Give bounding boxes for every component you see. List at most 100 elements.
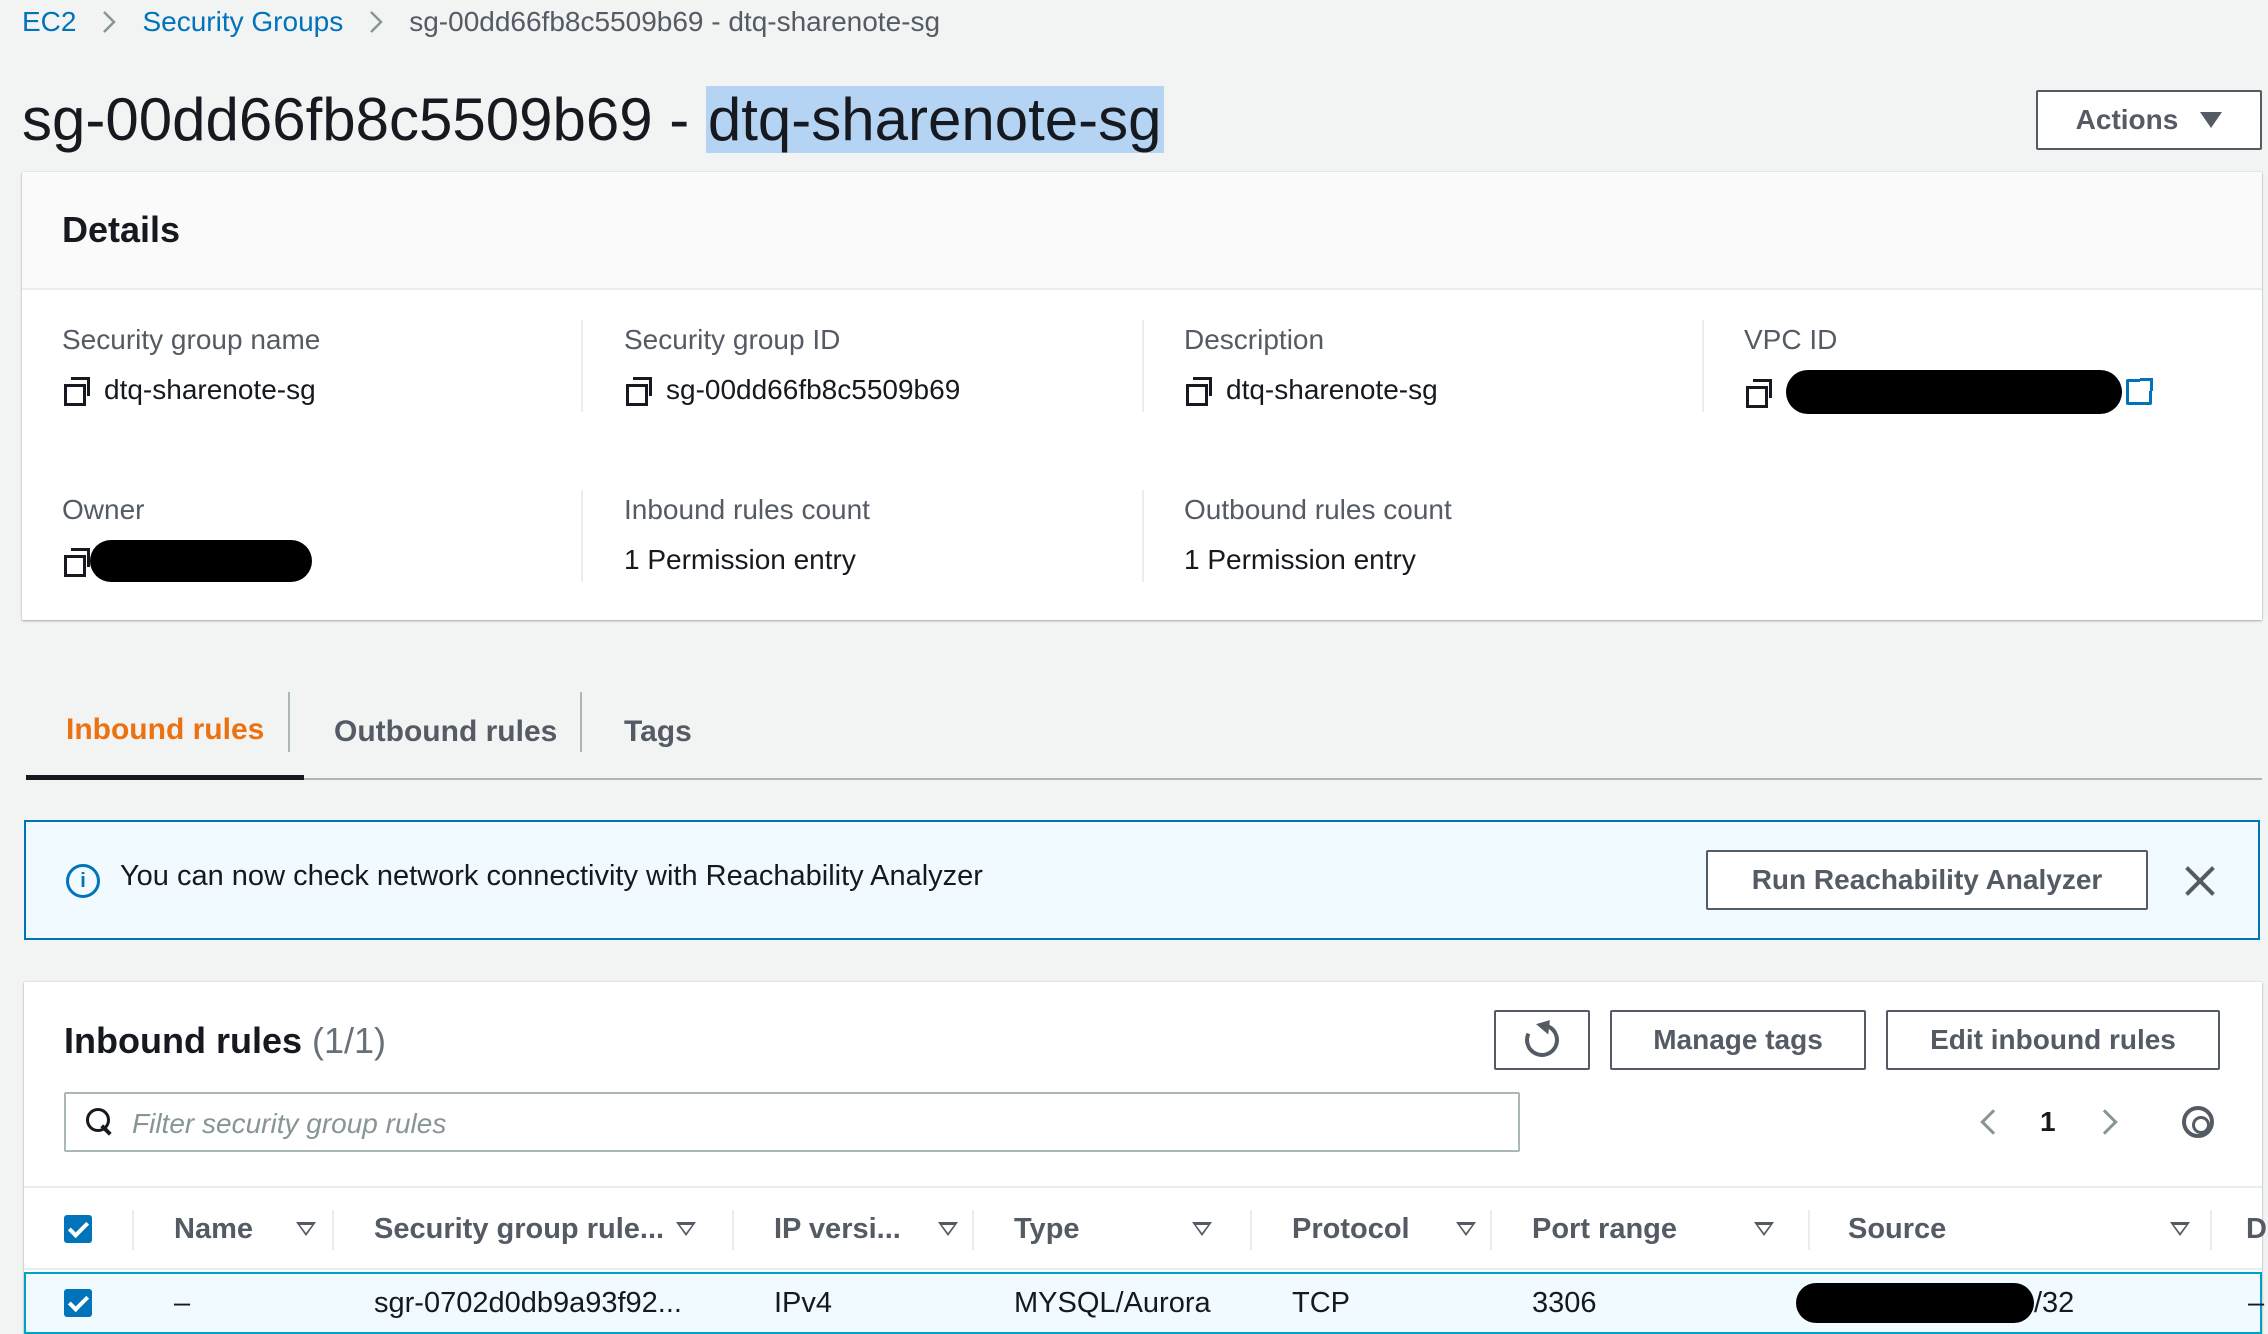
column-divider: [1250, 1210, 1252, 1250]
row-port-range: 3306: [1532, 1286, 1597, 1319]
row-type: MYSQL/Aurora: [1014, 1286, 1211, 1319]
column-header-ip-version[interactable]: IP versi...: [774, 1188, 958, 1270]
banner-message: You can now check network connectivity w…: [120, 860, 983, 892]
column-description-label: D: [2246, 1212, 2267, 1245]
description-field: Description dtq-sharenote-sg: [1184, 322, 1438, 410]
column-name-label: Name: [174, 1212, 253, 1245]
column-divider: [1490, 1210, 1492, 1250]
breadcrumb: EC2 Security Groups sg-00dd66fb8c5509b69…: [22, 0, 940, 44]
details-header: Details: [22, 172, 2262, 290]
source-redacted: [1796, 1283, 2034, 1323]
table-header: Name Security group rule... IP versi... …: [24, 1186, 2267, 1270]
run-reachability-analyzer-label: Run Reachability Analyzer: [1751, 864, 2103, 895]
owner-label: Owner: [62, 494, 145, 525]
pagination: 1: [1980, 1092, 2118, 1152]
column-header-name[interactable]: Name: [174, 1188, 316, 1270]
refresh-button[interactable]: [1494, 1010, 1590, 1070]
search-icon: [86, 1108, 112, 1134]
column-divider: [2210, 1210, 2212, 1250]
sg-id-value: sg-00dd66fb8c5509b69: [666, 374, 961, 405]
page-title: sg-00dd66fb8c5509b69 - dtq-sharenote-sg: [22, 78, 1164, 162]
outbound-count-value: 1 Permission entry: [1184, 544, 1416, 575]
tab-tags[interactable]: Tags: [624, 684, 692, 780]
chevron-right-icon: [102, 10, 117, 34]
page-number[interactable]: 1: [2040, 1106, 2056, 1138]
manage-tags-button[interactable]: Manage tags: [1610, 1010, 1866, 1070]
caret-down-icon: [2200, 112, 2223, 128]
tab-outbound-rules[interactable]: Outbound rules: [334, 684, 557, 780]
divider: [1142, 320, 1144, 412]
edit-inbound-rules-button[interactable]: Edit inbound rules: [1886, 1010, 2220, 1070]
vpc-id-redacted: [1786, 370, 2122, 414]
sg-name-field: Security group name dtq-sharenote-sg: [62, 322, 320, 410]
refresh-icon: [1520, 1018, 1564, 1062]
run-reachability-analyzer-button[interactable]: Run Reachability Analyzer: [1706, 850, 2148, 910]
divider: [581, 320, 583, 412]
column-header-type[interactable]: Type: [1014, 1188, 1212, 1270]
owner-redacted: [90, 540, 312, 582]
divider: [1142, 490, 1144, 582]
description-value: dtq-sharenote-sg: [1226, 374, 1438, 405]
settings-gear-icon[interactable]: [2182, 1106, 2214, 1138]
copy-icon[interactable]: [1184, 376, 1212, 406]
outbound-count-field: Outbound rules count 1 Permission entry: [1184, 492, 1452, 580]
copy-icon[interactable]: [1744, 378, 1772, 408]
sort-caret-icon: [938, 1222, 958, 1236]
tab-divider: [580, 692, 582, 752]
page-title-highlighted: dtq-sharenote-sg: [705, 86, 1164, 153]
copy-icon[interactable]: [62, 376, 90, 406]
row-checkbox[interactable]: [64, 1274, 92, 1332]
column-header-port-range[interactable]: Port range: [1532, 1188, 1774, 1270]
column-divider: [1808, 1210, 1810, 1250]
column-header-description[interactable]: D: [2246, 1188, 2267, 1270]
breadcrumb-current: sg-00dd66fb8c5509b69 - dtq-sharenote-sg: [409, 6, 941, 37]
column-rule-id-label: Security group rule...: [374, 1212, 665, 1245]
inbound-count-label: Inbound rules count: [624, 494, 870, 525]
manage-tags-label: Manage tags: [1653, 1024, 1823, 1055]
close-icon[interactable]: [2182, 862, 2218, 898]
filter-placeholder: Filter security group rules: [132, 1108, 447, 1139]
tab-inbound-rules[interactable]: Inbound rules: [26, 684, 305, 780]
sort-caret-icon: [1754, 1222, 1774, 1236]
inbound-rules-panel: Inbound rules (1/1) Manage tags Edit inbo…: [24, 982, 2267, 1334]
copy-icon[interactable]: [624, 376, 652, 406]
sg-name-value: dtq-sharenote-sg: [104, 374, 316, 405]
chevron-right-icon[interactable]: [2091, 1109, 2118, 1135]
column-protocol-label: Protocol: [1292, 1212, 1410, 1245]
info-icon: i: [66, 864, 100, 898]
column-ip-version-label: IP versi...: [774, 1212, 901, 1245]
actions-button-label: Actions: [2075, 104, 2179, 135]
column-header-protocol[interactable]: Protocol: [1292, 1188, 1476, 1270]
column-header-source[interactable]: Source: [1848, 1188, 2190, 1270]
outbound-count-label: Outbound rules count: [1184, 494, 1452, 525]
filter-search-input[interactable]: Filter security group rules: [64, 1092, 1520, 1152]
row-ip-version: IPv4: [774, 1286, 833, 1319]
sort-caret-icon: [676, 1222, 696, 1236]
checkbox-checked-icon: [64, 1289, 92, 1317]
external-link-icon[interactable]: [2126, 378, 2153, 405]
copy-icon[interactable]: [62, 547, 90, 577]
column-source-label: Source: [1848, 1212, 1947, 1245]
breadcrumb-security-groups-link[interactable]: Security Groups: [142, 6, 343, 38]
tab-divider: [288, 692, 290, 752]
sort-caret-icon: [1456, 1222, 1476, 1236]
inbound-rules-heading: Inbound rules (1/1): [64, 1020, 386, 1062]
owner-field: Owner: [62, 492, 312, 582]
column-divider: [132, 1210, 134, 1250]
sg-name-label: Security group name: [62, 324, 321, 355]
table-row[interactable]: – sgr-0702d0db9a93f92... IPv4 MYSQL/Auro…: [24, 1272, 2264, 1334]
inbound-count-value: 1 Permission entry: [624, 544, 856, 575]
column-divider: [972, 1210, 974, 1250]
column-header-rule-id[interactable]: Security group rule...: [374, 1188, 696, 1270]
inbound-rules-count: (1/1): [312, 1020, 387, 1061]
actions-button[interactable]: Actions: [2036, 90, 2262, 150]
column-divider: [732, 1210, 734, 1250]
breadcrumb-ec2-link[interactable]: EC2: [22, 6, 76, 38]
select-all-checkbox[interactable]: [64, 1188, 92, 1270]
chevron-left-icon[interactable]: [1980, 1109, 2006, 1135]
divider: [581, 490, 583, 582]
sort-caret-icon: [1192, 1222, 1212, 1236]
page-title-prefix: sg-00dd66fb8c5509b69 -: [22, 86, 706, 153]
inbound-count-field: Inbound rules count 1 Permission entry: [624, 492, 870, 580]
row-source-suffix: /32: [2034, 1286, 2075, 1319]
